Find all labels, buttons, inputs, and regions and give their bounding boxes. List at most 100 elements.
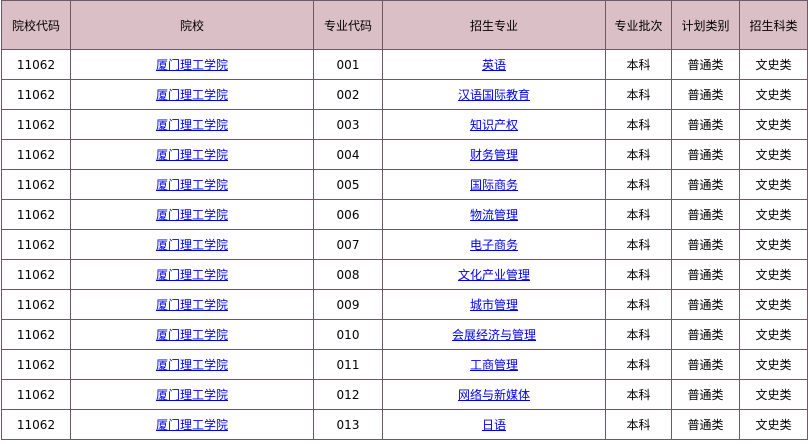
cell-plan-type: 普通类 — [671, 289, 740, 320]
cell-plan-type: 普通类 — [671, 259, 740, 290]
header-plan-type: 计划类别 — [671, 0, 740, 50]
header-school-code: 院校代码 — [1, 0, 71, 50]
cell-school-code: 11062 — [1, 319, 71, 350]
school-link[interactable]: 厦门理工学院 — [156, 388, 228, 402]
table-row: 11062 厦门理工学院 002 汉语国际教育 本科 普通类 文史类 — [1, 79, 808, 110]
major-link[interactable]: 财务管理 — [470, 148, 518, 162]
school-link[interactable]: 厦门理工学院 — [156, 298, 228, 312]
cell-plan-type: 普通类 — [671, 109, 740, 140]
table-row: 11062 厦门理工学院 003 知识产权 本科 普通类 文史类 — [1, 109, 808, 140]
cell-school-code: 11062 — [1, 229, 71, 260]
cell-major-code: 006 — [313, 199, 383, 230]
school-link[interactable]: 厦门理工学院 — [156, 58, 228, 72]
cell-subject: 文史类 — [739, 109, 808, 140]
cell-school: 厦门理工学院 — [70, 139, 314, 170]
cell-subject: 文史类 — [739, 349, 808, 380]
cell-school: 厦门理工学院 — [70, 79, 314, 110]
cell-subject: 文史类 — [739, 169, 808, 200]
cell-batch: 本科 — [605, 139, 672, 170]
table-row: 11062 厦门理工学院 012 网络与新媒体 本科 普通类 文史类 — [1, 379, 808, 410]
header-subject: 招生科类 — [739, 0, 808, 50]
header-major-code: 专业代码 — [313, 0, 383, 50]
table-row: 11062 厦门理工学院 011 工商管理 本科 普通类 文史类 — [1, 349, 808, 380]
school-link[interactable]: 厦门理工学院 — [156, 148, 228, 162]
cell-subject: 文史类 — [739, 49, 808, 80]
major-link[interactable]: 国际商务 — [470, 178, 518, 192]
cell-batch: 本科 — [605, 289, 672, 320]
school-link[interactable]: 厦门理工学院 — [156, 88, 228, 102]
cell-school: 厦门理工学院 — [70, 289, 314, 320]
cell-major-code: 012 — [313, 379, 383, 410]
major-link[interactable]: 城市管理 — [470, 298, 518, 312]
school-link[interactable]: 厦门理工学院 — [156, 328, 228, 342]
header-row: 院校代码 院校 专业代码 招生专业 专业批次 计划类别 招生科类 — [1, 0, 808, 50]
cell-school: 厦门理工学院 — [70, 199, 314, 230]
major-link[interactable]: 电子商务 — [470, 238, 518, 252]
school-link[interactable]: 厦门理工学院 — [156, 118, 228, 132]
cell-school-code: 11062 — [1, 199, 71, 230]
cell-major: 工商管理 — [382, 349, 606, 380]
cell-batch: 本科 — [605, 319, 672, 350]
cell-major-code: 010 — [313, 319, 383, 350]
cell-school-code: 11062 — [1, 109, 71, 140]
cell-major: 城市管理 — [382, 289, 606, 320]
school-link[interactable]: 厦门理工学院 — [156, 238, 228, 252]
cell-school: 厦门理工学院 — [70, 349, 314, 380]
cell-subject: 文史类 — [739, 229, 808, 260]
cell-plan-type: 普通类 — [671, 319, 740, 350]
cell-plan-type: 普通类 — [671, 139, 740, 170]
table-row: 11062 厦门理工学院 001 英语 本科 普通类 文史类 — [1, 49, 808, 80]
major-link[interactable]: 工商管理 — [470, 358, 518, 372]
table-row: 11062 厦门理工学院 007 电子商务 本科 普通类 文史类 — [1, 229, 808, 260]
table-header: 院校代码 院校 专业代码 招生专业 专业批次 计划类别 招生科类 — [1, 0, 808, 50]
school-link[interactable]: 厦门理工学院 — [156, 178, 228, 192]
cell-batch: 本科 — [605, 79, 672, 110]
cell-major: 知识产权 — [382, 109, 606, 140]
cell-major: 汉语国际教育 — [382, 79, 606, 110]
header-batch: 专业批次 — [605, 0, 672, 50]
table-row: 11062 厦门理工学院 010 会展经济与管理 本科 普通类 文史类 — [1, 319, 808, 350]
cell-major: 财务管理 — [382, 139, 606, 170]
school-link[interactable]: 厦门理工学院 — [156, 268, 228, 282]
major-link[interactable]: 文化产业管理 — [458, 268, 530, 282]
cell-batch: 本科 — [605, 169, 672, 200]
major-link[interactable]: 网络与新媒体 — [458, 388, 530, 402]
cell-subject: 文史类 — [739, 289, 808, 320]
school-link[interactable]: 厦门理工学院 — [156, 208, 228, 222]
cell-major-code: 002 — [313, 79, 383, 110]
cell-major-code: 013 — [313, 409, 383, 440]
major-link[interactable]: 日语 — [482, 418, 506, 432]
school-link[interactable]: 厦门理工学院 — [156, 358, 228, 372]
cell-school-code: 11062 — [1, 169, 71, 200]
cell-school-code: 11062 — [1, 49, 71, 80]
major-link[interactable]: 物流管理 — [470, 208, 518, 222]
cell-batch: 本科 — [605, 199, 672, 230]
cell-major: 国际商务 — [382, 169, 606, 200]
cell-plan-type: 普通类 — [671, 229, 740, 260]
cell-major: 文化产业管理 — [382, 259, 606, 290]
table-row: 11062 厦门理工学院 009 城市管理 本科 普通类 文史类 — [1, 289, 808, 320]
cell-major-code: 011 — [313, 349, 383, 380]
school-link[interactable]: 厦门理工学院 — [156, 418, 228, 432]
cell-school: 厦门理工学院 — [70, 319, 314, 350]
cell-plan-type: 普通类 — [671, 79, 740, 110]
cell-batch: 本科 — [605, 229, 672, 260]
header-major: 招生专业 — [382, 0, 606, 50]
cell-major: 电子商务 — [382, 229, 606, 260]
cell-plan-type: 普通类 — [671, 199, 740, 230]
major-link[interactable]: 会展经济与管理 — [452, 328, 536, 342]
major-link[interactable]: 英语 — [482, 58, 506, 72]
cell-school-code: 11062 — [1, 409, 71, 440]
major-link[interactable]: 汉语国际教育 — [458, 88, 530, 102]
cell-school-code: 11062 — [1, 139, 71, 170]
table-row: 11062 厦门理工学院 005 国际商务 本科 普通类 文史类 — [1, 169, 808, 200]
admissions-table: 院校代码 院校 专业代码 招生专业 专业批次 计划类别 招生科类 11062 厦门… — [1, 0, 808, 440]
cell-school: 厦门理工学院 — [70, 49, 314, 80]
cell-school: 厦门理工学院 — [70, 409, 314, 440]
cell-plan-type: 普通类 — [671, 169, 740, 200]
cell-batch: 本科 — [605, 349, 672, 380]
major-link[interactable]: 知识产权 — [470, 118, 518, 132]
cell-school: 厦门理工学院 — [70, 169, 314, 200]
cell-major-code: 007 — [313, 229, 383, 260]
cell-school: 厦门理工学院 — [70, 379, 314, 410]
